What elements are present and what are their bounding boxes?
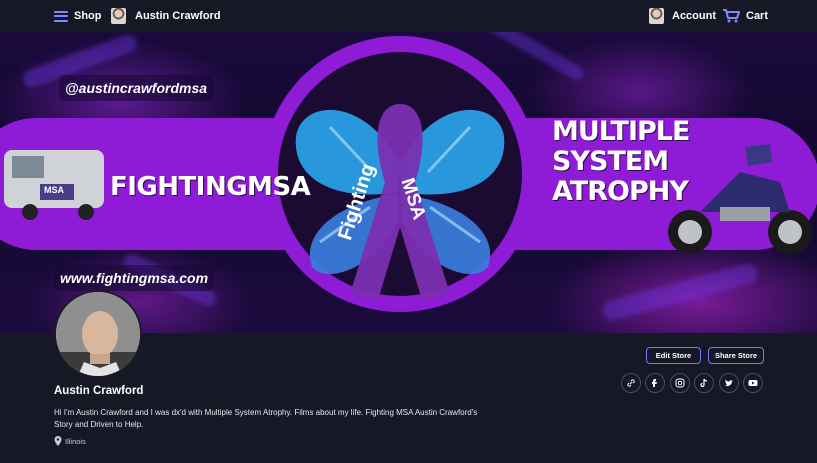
shop-menu-button[interactable]: Shop <box>54 0 102 32</box>
cart-icon <box>723 9 740 23</box>
profile-location: Illinois <box>54 436 86 446</box>
youtube-icon[interactable] <box>743 373 763 393</box>
twitter-icon[interactable] <box>719 373 739 393</box>
banner-right-line: ATROPHY <box>552 176 689 207</box>
banner-handle: @austincrawfordmsa <box>59 75 214 101</box>
profile-name: Austin Crawford <box>54 385 144 397</box>
van-text: MSA <box>44 185 64 195</box>
store-avatar <box>111 8 126 24</box>
facebook-icon[interactable] <box>645 373 665 393</box>
store-home-link[interactable]: Austin Crawford <box>111 0 221 32</box>
shop-label: Shop <box>74 10 102 22</box>
cart-label: Cart <box>746 10 769 22</box>
instagram-icon[interactable] <box>670 373 690 393</box>
store-name: Austin Crawford <box>135 10 221 22</box>
edit-store-button[interactable]: Edit Store <box>646 347 701 364</box>
banner-website: www.fightingmsa.com <box>54 265 215 291</box>
cart-button[interactable]: Cart <box>722 0 768 32</box>
profile-avatar <box>54 290 142 378</box>
location-label: Illinois <box>65 436 86 446</box>
banner-right-line: SYSTEM <box>552 146 669 177</box>
account-button[interactable]: Account <box>649 0 716 32</box>
banner-right-title: MULTIPLE SYSTEM ATROPHY <box>552 116 690 207</box>
banner-right-line: MULTIPLE <box>552 116 690 147</box>
location-pin-icon <box>54 436 62 446</box>
share-store-button[interactable]: Share Store <box>708 347 764 364</box>
banner-left-title: FIGHTINGMSA <box>110 172 311 202</box>
account-label: Account <box>672 10 716 22</box>
store-banner: @austincrawfordmsa www.fightingmsa.com F… <box>0 32 817 333</box>
link-icon[interactable] <box>621 373 641 393</box>
profile-bio: Hi I'm Austin Crawford and I was dx'd wi… <box>54 408 478 429</box>
profile-photo <box>56 292 140 376</box>
top-nav: Shop Austin Crawford Account Cart <box>0 0 817 32</box>
hamburger-icon <box>54 10 68 22</box>
account-avatar <box>649 8 664 24</box>
tiktok-icon[interactable] <box>694 373 714 393</box>
